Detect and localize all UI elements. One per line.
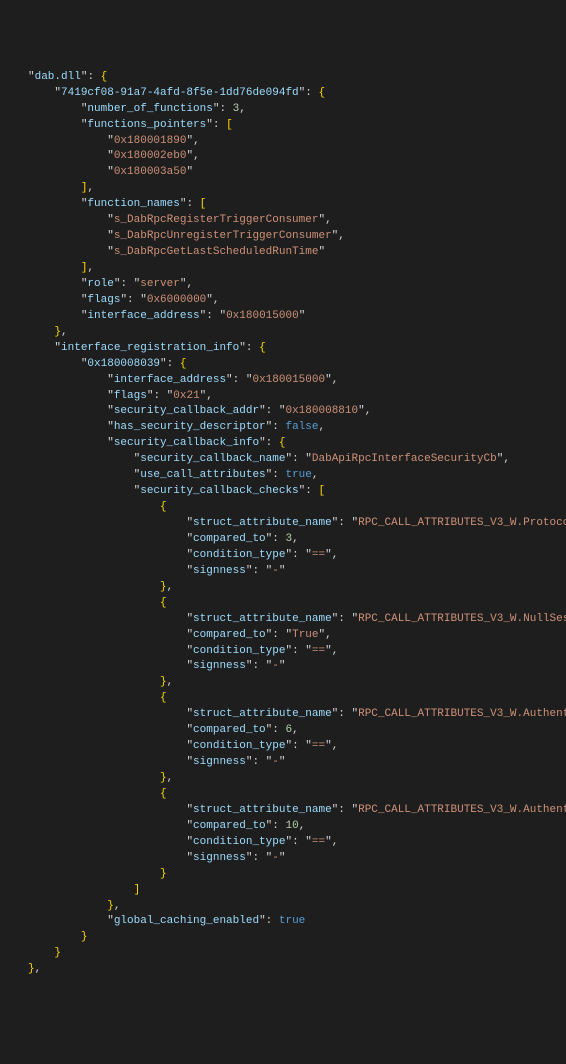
json-code-block: "dab.dll": { "7419cf08-91a7-4afd-8f5e-1d…: [28, 70, 566, 978]
